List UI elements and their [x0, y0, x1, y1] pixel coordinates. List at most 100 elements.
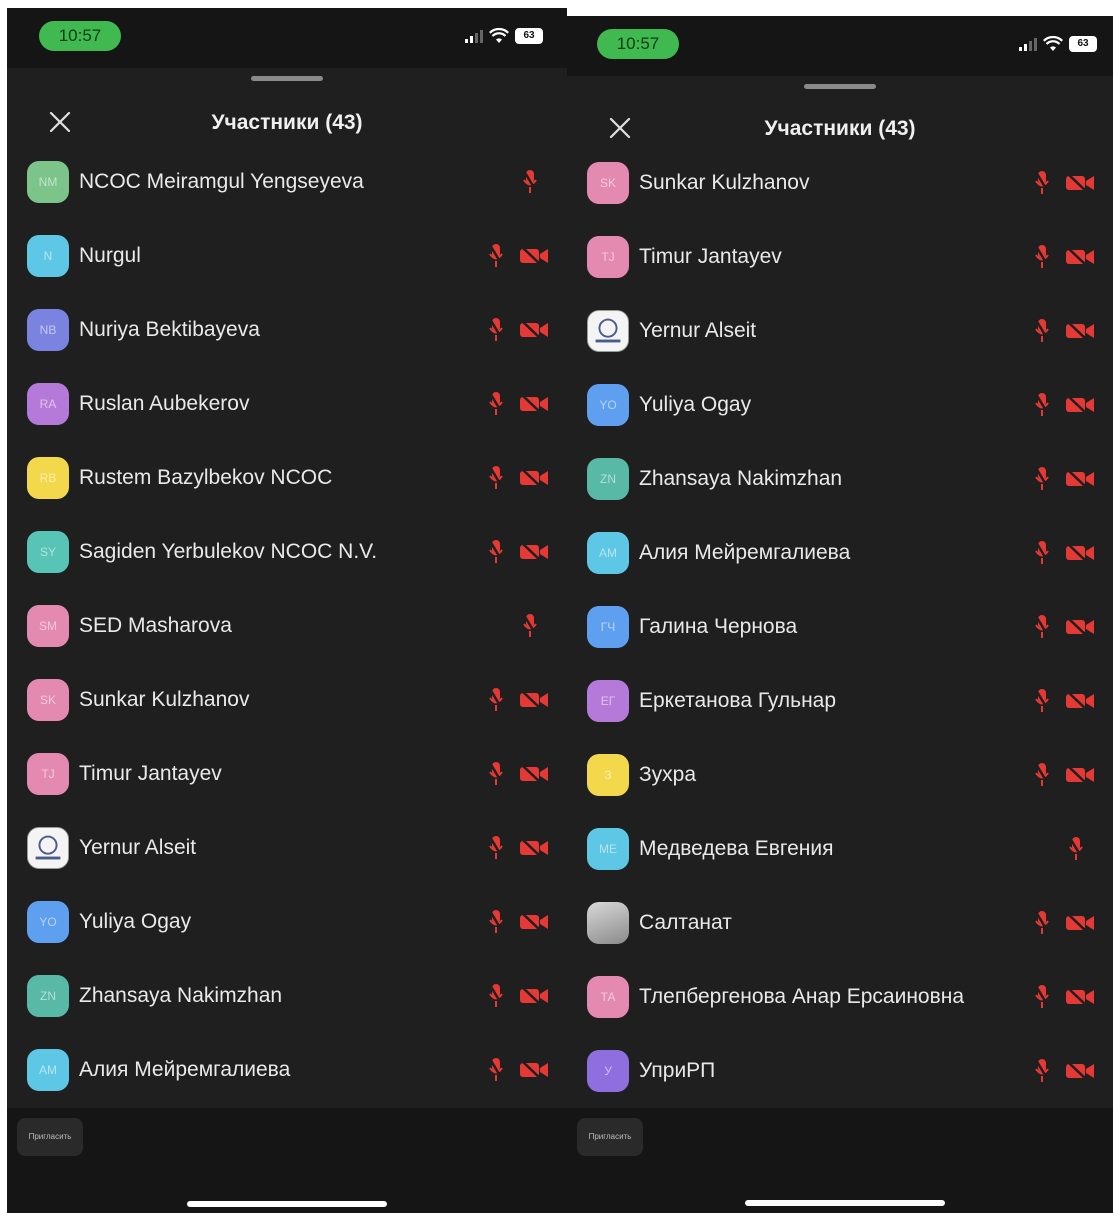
participant-name: Zhansaya Nakimzhan — [639, 467, 843, 490]
camera-off-icon[interactable] — [1065, 470, 1095, 488]
page-title: Участники (43) — [211, 111, 363, 134]
participant-row[interactable]: З Зухра — [567, 738, 1113, 812]
participant-row[interactable]: ЕГ Еркетанова Гульнар — [567, 664, 1113, 738]
participant-name: Sagiden Yerbulekov NCOC N.V. — [79, 540, 378, 563]
participant-name: Галина Чернова — [639, 615, 798, 638]
mic-muted-icon[interactable] — [1035, 540, 1049, 566]
camera-off-icon[interactable] — [1065, 174, 1095, 192]
participant-row[interactable]: AM Алия Мейремгалиева — [7, 1033, 567, 1107]
cellular-signal-icon — [465, 29, 483, 43]
camera-off-icon[interactable] — [1065, 396, 1095, 414]
mic-muted-icon[interactable] — [489, 465, 503, 491]
mic-muted-icon[interactable] — [1035, 688, 1049, 714]
camera-off-icon[interactable] — [519, 839, 549, 857]
participant-row[interactable]: SK Sunkar Kulzhanov — [567, 146, 1113, 220]
status-bar: 10:57 63 — [567, 16, 1113, 76]
camera-off-icon[interactable] — [1065, 766, 1095, 784]
participant-row[interactable]: RB Rustem Bazylbekov NCOC — [7, 441, 567, 515]
mic-muted-icon[interactable] — [489, 243, 503, 269]
sheet-handle[interactable] — [251, 76, 323, 81]
participant-name: Yuliya Ogay — [639, 393, 752, 416]
mic-muted-icon[interactable] — [489, 539, 503, 565]
mic-muted-icon[interactable] — [1035, 466, 1049, 492]
mic-muted-icon[interactable] — [489, 761, 503, 787]
mic-muted-icon[interactable] — [489, 909, 503, 935]
camera-off-icon[interactable] — [519, 987, 549, 1005]
participant-row[interactable]: NM NCOC Meiramgul Yengseyeva — [7, 145, 567, 219]
participants-screen-right: 10:57 63 Участники (43) SK Sunkar Kulzhan… — [567, 16, 1113, 1213]
participant-row[interactable]: YO Yuliya Ogay — [567, 368, 1113, 442]
mic-muted-icon[interactable] — [1069, 836, 1083, 862]
camera-off-icon[interactable] — [519, 913, 549, 931]
participant-name: Yernur Alseit — [639, 319, 757, 342]
camera-off-icon[interactable] — [519, 395, 549, 413]
camera-off-icon[interactable] — [519, 321, 549, 339]
participant-row[interactable]: N Nurgul — [7, 219, 567, 293]
participant-row[interactable]: ГЧ Галина Чернова — [567, 590, 1113, 664]
mic-muted-icon[interactable] — [523, 169, 537, 195]
invite-button[interactable]: Пригласить — [17, 1118, 83, 1156]
mic-muted-icon[interactable] — [1035, 392, 1049, 418]
camera-off-icon[interactable] — [1065, 248, 1095, 266]
header: Участники (43) — [7, 103, 567, 143]
participant-name: Sunkar Kulzhanov — [639, 171, 810, 194]
camera-off-icon[interactable] — [519, 691, 549, 709]
mic-muted-icon[interactable] — [1035, 614, 1049, 640]
camera-off-icon[interactable] — [519, 543, 549, 561]
mic-muted-icon[interactable] — [489, 391, 503, 417]
participant-row[interactable]: ТА Тлепбергенова Анар Ерсаиновна — [567, 960, 1113, 1034]
participant-row[interactable]: Yernur Alseit — [7, 811, 567, 885]
mic-muted-icon[interactable] — [489, 983, 503, 1009]
mic-muted-icon[interactable] — [489, 835, 503, 861]
camera-off-icon[interactable] — [1065, 988, 1095, 1006]
camera-off-icon[interactable] — [1065, 618, 1095, 636]
participant-row[interactable]: У УприРП — [567, 1034, 1113, 1108]
participant-row[interactable]: Yernur Alseit — [567, 294, 1113, 368]
invite-button[interactable]: Пригласить — [577, 1118, 643, 1156]
mic-muted-icon[interactable] — [1035, 318, 1049, 344]
participant-row[interactable]: RA Ruslan Aubekerov — [7, 367, 567, 441]
camera-off-icon[interactable] — [1065, 322, 1095, 340]
avatar: SK — [587, 162, 629, 204]
participant-row[interactable]: NB Nuriya Bektibayeva — [7, 293, 567, 367]
avatar: TJ — [27, 753, 69, 795]
mic-muted-icon[interactable] — [1035, 984, 1049, 1010]
participant-row[interactable]: ZN Zhansaya Nakimzhan — [7, 959, 567, 1033]
participant-row[interactable]: TJ Timur Jantayev — [7, 737, 567, 811]
mic-muted-icon[interactable] — [489, 317, 503, 343]
mic-muted-icon[interactable] — [1035, 1058, 1049, 1084]
battery-icon: 63 — [1069, 36, 1097, 52]
participant-row[interactable]: Салтанат — [567, 886, 1113, 960]
sheet-handle[interactable] — [804, 84, 876, 89]
avatar: NM — [27, 161, 69, 203]
mic-muted-icon[interactable] — [1035, 910, 1049, 936]
camera-off-icon[interactable] — [1065, 692, 1095, 710]
participant-row[interactable]: SY Sagiden Yerbulekov NCOC N.V. — [7, 515, 567, 589]
participant-row[interactable]: SK Sunkar Kulzhanov — [7, 663, 567, 737]
participant-row[interactable]: YO Yuliya Ogay — [7, 885, 567, 959]
participant-name: Yernur Alseit — [79, 836, 197, 859]
participant-name: Тлепбергенова Анар Ерсаиновна — [639, 985, 965, 1008]
camera-off-icon[interactable] — [519, 247, 549, 265]
camera-off-icon[interactable] — [519, 765, 549, 783]
camera-off-icon[interactable] — [519, 1061, 549, 1079]
mic-muted-icon[interactable] — [489, 687, 503, 713]
camera-off-icon[interactable] — [1065, 914, 1095, 932]
camera-off-icon[interactable] — [1065, 1062, 1095, 1080]
mic-muted-icon[interactable] — [1035, 170, 1049, 196]
camera-off-icon[interactable] — [519, 469, 549, 487]
mic-muted-icon[interactable] — [523, 613, 537, 639]
participants-screen-left: 10:57 63 Участники (43) NM NCOC Meiramgul… — [7, 8, 567, 1213]
bottom-bar: Пригласить — [567, 1108, 1113, 1213]
participant-row[interactable]: AM Алия Мейремгалиева — [567, 516, 1113, 590]
camera-off-icon[interactable] — [1065, 544, 1095, 562]
participant-name: NCOC Meiramgul Yengseyeva — [79, 170, 364, 193]
mic-muted-icon[interactable] — [1035, 244, 1049, 270]
mic-muted-icon[interactable] — [489, 1057, 503, 1083]
participant-row[interactable]: МЕ Медведева Евгения — [567, 812, 1113, 886]
participant-row[interactable]: TJ Timur Jantayev — [567, 220, 1113, 294]
participant-name: Салтанат — [639, 911, 732, 934]
participant-row[interactable]: ZN Zhansaya Nakimzhan — [567, 442, 1113, 516]
participant-row[interactable]: SM SED Masharova — [7, 589, 567, 663]
mic-muted-icon[interactable] — [1035, 762, 1049, 788]
